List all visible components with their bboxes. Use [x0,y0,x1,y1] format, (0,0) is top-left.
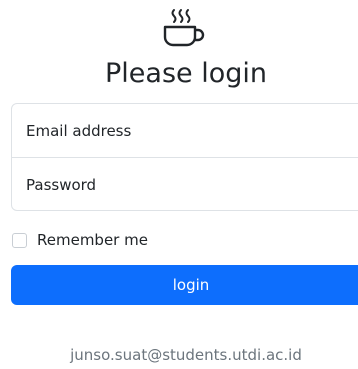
footer-email: junso.suat@students.utdi.ac.id [70,346,302,364]
login-page: Please login Email address Password Reme… [0,0,358,369]
remember-me-checkbox[interactable] [12,232,27,248]
email-field[interactable]: Email address [12,104,358,158]
password-field[interactable]: Password [12,158,358,212]
coffee-cup-icon [163,9,205,47]
login-form: Email address Password [11,103,358,211]
login-button[interactable]: login [11,265,358,305]
remember-me-row[interactable]: Remember me [12,230,148,250]
remember-me-label[interactable]: Remember me [37,230,148,250]
page-title: Please login [105,58,267,89]
